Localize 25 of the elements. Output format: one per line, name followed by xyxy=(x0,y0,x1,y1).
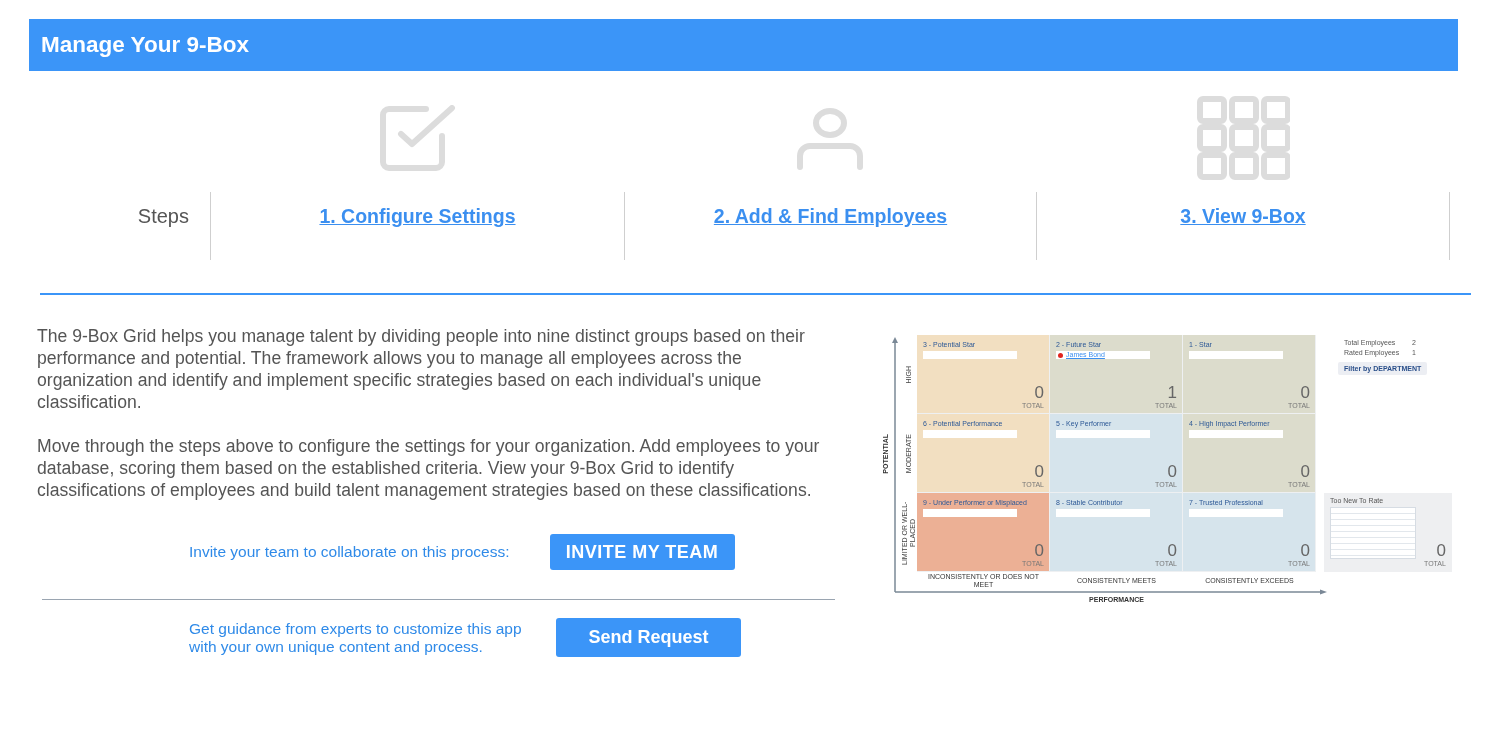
cell-count: 0 xyxy=(1436,542,1446,559)
send-request-button[interactable]: Send Request xyxy=(556,618,741,657)
person-icon xyxy=(797,107,863,170)
invite-button[interactable]: INVITE MY TEAM xyxy=(549,534,735,570)
cell-count: 0 xyxy=(1300,542,1310,559)
cell-count: 0 xyxy=(1300,463,1310,480)
cell-count: 0 xyxy=(1034,384,1044,401)
intro-paragraph: Move through the steps above to configure the settings for your organization. Add employees to your database, scoring them based on the established criteria. View your 9-Box Grid to identify classifications of employees and build talent management strategies based on these classifications. xyxy=(37,435,821,501)
step-link[interactable]: 2. Add & Find Employees xyxy=(713,205,948,228)
steps-label: Steps xyxy=(137,205,189,228)
invite-text: Invite your team to collaborate on this process: xyxy=(189,543,510,561)
step-link[interactable]: 1. Configure Settings xyxy=(319,205,516,228)
request-text: Get guidance from experts to customize this app with your own unique content and process. xyxy=(189,619,523,656)
cell-count: 0 xyxy=(1167,542,1177,559)
grid-icon xyxy=(1196,95,1290,182)
cell-count: 1 xyxy=(1167,384,1177,401)
cell-count: 0 xyxy=(1300,384,1310,401)
checkbox-icon xyxy=(378,105,456,172)
cell-count: 0 xyxy=(1034,542,1044,559)
cell-count: 0 xyxy=(1034,463,1044,480)
status-dot-icon xyxy=(1058,352,1063,358)
cell-count: 0 xyxy=(1167,463,1177,480)
page-title: Manage Your 9-Box xyxy=(41,32,249,58)
step-link[interactable]: 3. View 9-Box xyxy=(1180,205,1306,228)
intro-paragraph: The 9-Box Grid helps you manage talent by dividing people into nine distinct groups based on their performance and potential. The framework allows you to manage all employees across the organization and identify and implement specific strategies based on each individual's unique classification. xyxy=(37,325,806,413)
